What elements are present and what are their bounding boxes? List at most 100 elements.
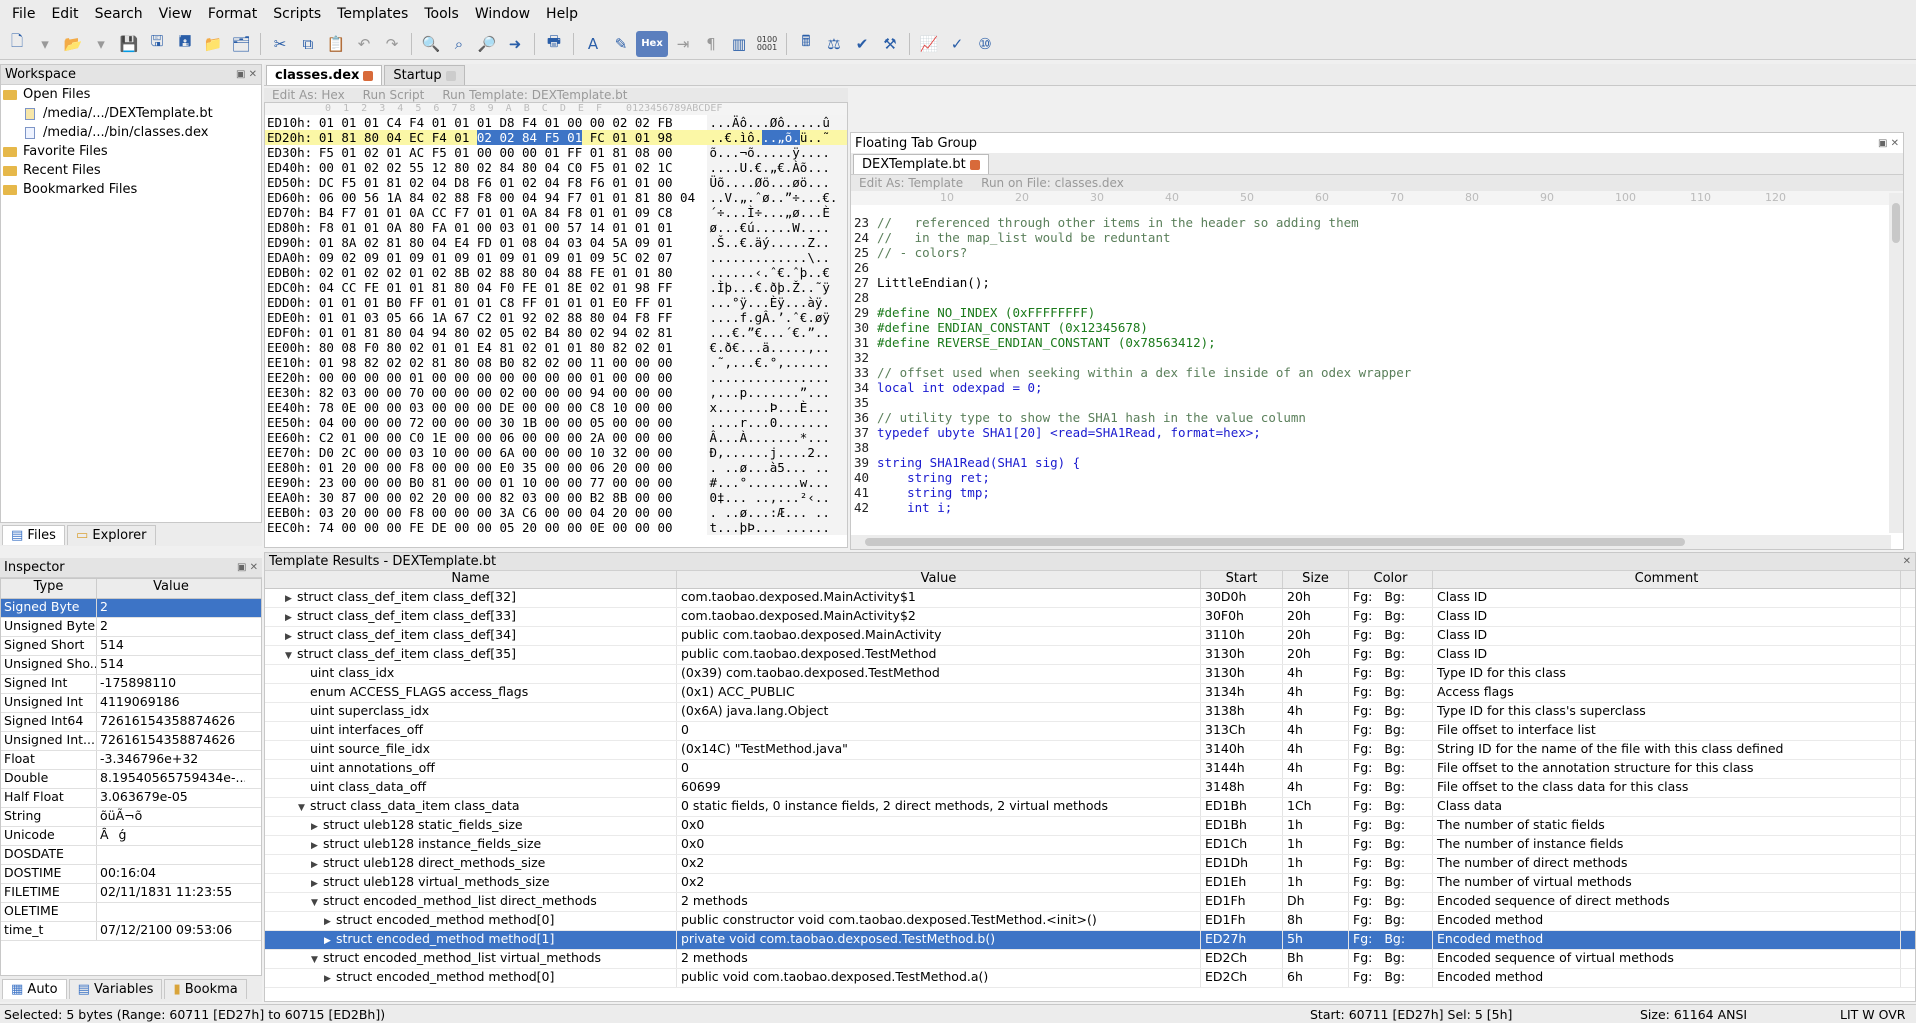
open-file-icon[interactable]: 📂 — [60, 31, 86, 57]
favorite-files-node[interactable]: Favorite Files — [1, 142, 261, 161]
find-replace-icon[interactable]: ⌕ — [446, 31, 472, 57]
expand-icon[interactable]: ▶ — [324, 917, 336, 927]
inspector-row[interactable]: Half Float 3.063679e-05 — [1, 789, 261, 808]
edit-as-dropdown[interactable]: Edit As: Hex — [272, 88, 345, 102]
hex-mode-button[interactable]: Hex — [636, 31, 668, 57]
results-row[interactable]: ▼ struct encoded_method_list direct_metho… — [265, 893, 1915, 912]
hex-bytes[interactable]: 01 01 01 C4 F4 01 01 01 D8 F4 01 00 00 0… — [317, 115, 708, 130]
font-icon[interactable]: A — [580, 31, 606, 57]
hex-bytes[interactable]: 04 CC FE 01 01 81 80 04 F0 FE 01 8E 02 0… — [317, 280, 708, 295]
expand-icon[interactable]: ▶ — [311, 841, 323, 851]
bookmarked-files-node[interactable]: Bookmarked Files — [1, 180, 261, 199]
expand-icon[interactable]: ▶ — [311, 879, 323, 889]
tab-startup[interactable]: Startup — [384, 65, 464, 85]
value-column-header[interactable]: Value — [97, 579, 245, 598]
hex-bytes[interactable]: 00 01 02 02 55 12 80 02 84 80 04 C0 F5 0… — [317, 160, 708, 175]
code-editor[interactable]: 23 // referenced through other items in t… — [851, 215, 1891, 515]
pilcrow-icon[interactable]: ¶ — [698, 31, 724, 57]
hex-ascii[interactable]: t...þÞ... ...... — [707, 520, 847, 535]
hex-ascii[interactable]: Ð,......j....2.. — [707, 445, 847, 460]
goto-icon[interactable]: ➜ — [502, 31, 528, 57]
hex-bytes[interactable]: B4 F7 01 01 0A CC F7 01 01 0A 84 F8 01 0… — [317, 205, 708, 220]
hex-ascii[interactable]: ´÷...Ì÷...„ø...È — [707, 205, 847, 220]
hex-ascii[interactable]: x.......Þ...È... — [707, 400, 847, 415]
menu-tools[interactable]: Tools — [416, 2, 467, 26]
expand-icon[interactable]: ▶ — [311, 860, 323, 870]
hex-ascii[interactable]: ...°ÿ...Èÿ...àÿ. — [707, 295, 847, 310]
inspector-row[interactable]: Unsigned Byte 2 — [1, 618, 261, 637]
tab-bookmarks[interactable]: ▮ Bookma — [164, 979, 246, 999]
panel-controls-icon[interactable]: ▣ ✕ — [236, 69, 257, 80]
find-in-files-icon[interactable]: 🔎 — [474, 31, 500, 57]
panel-controls-icon[interactable]: ▣ ✕ — [237, 562, 258, 573]
menu-file[interactable]: File — [4, 2, 43, 26]
hex-ascii[interactable]: ø...€ú.....W.... — [707, 220, 847, 235]
results-row[interactable]: ▶ struct encoded_method method[0] public v… — [265, 969, 1915, 988]
results-row[interactable]: ▶ struct class_def_item class_def[33] com.… — [265, 608, 1915, 627]
results-row[interactable]: ▶ struct encoded_method method[1] private … — [265, 931, 1915, 950]
results-row[interactable]: ▶ struct uleb128 direct_methods_size 0x2 ED… — [265, 855, 1915, 874]
calculator-icon[interactable]: 🖩 — [793, 31, 819, 57]
tools-icon[interactable]: ⚒ — [877, 31, 903, 57]
hex-bytes[interactable]: 01 98 82 02 02 81 80 08 B0 82 02 00 11 0… — [317, 355, 708, 370]
hex-bytes[interactable]: 00 00 00 00 01 00 00 00 00 00 00 00 01 0… — [317, 370, 708, 385]
checksum-icon[interactable]: ✔ — [849, 31, 875, 57]
results-row[interactable]: uint interfaces_off 0 313Ch 4h Fg: Bg: File of… — [265, 722, 1915, 741]
size-column-header[interactable]: Size — [1283, 571, 1349, 588]
edit-as-template-dropdown[interactable]: Edit As: Template — [859, 176, 963, 190]
binary-icon[interactable]: 0100 0001 — [754, 31, 780, 57]
type-column-header[interactable]: Type — [1, 579, 97, 598]
find-icon[interactable]: 🔍 — [418, 31, 444, 57]
undo-icon[interactable]: ↶ — [351, 31, 377, 57]
results-row[interactable]: ▼ struct encoded_method_list virtual_meth… — [265, 950, 1915, 969]
inspector-row[interactable]: time_t 07/12/2100 09:53:06 — [1, 922, 261, 941]
collapse-icon[interactable]: ▼ — [311, 955, 323, 965]
hex-ascii[interactable]: ...Äô...Øô.....û — [707, 115, 847, 130]
hex-bytes[interactable]: F5 01 02 01 AC F5 01 00 00 00 01 FF 01 8… — [317, 145, 708, 160]
cut-icon[interactable]: ✂ — [267, 31, 293, 57]
hex-bytes[interactable]: 80 08 F0 80 02 01 01 E4 81 02 01 01 80 8… — [317, 340, 708, 355]
start-column-header[interactable]: Start — [1201, 571, 1283, 588]
hex-bytes[interactable]: 78 0E 00 00 03 00 00 00 DE 00 00 00 C8 1… — [317, 400, 708, 415]
hex-bytes[interactable]: 01 81 80 04 EC F4 01 02 02 84 F5 01 FC 0… — [317, 130, 708, 145]
close-icon[interactable] — [446, 71, 456, 81]
hex-bytes[interactable]: 01 20 00 00 F8 00 00 00 E0 35 00 00 06 2… — [317, 460, 708, 475]
hex-bytes[interactable]: 82 03 00 00 70 00 00 00 02 00 00 00 94 0… — [317, 385, 708, 400]
workspace-file-1[interactable]: /media/.../DEXTemplate.bt — [1, 104, 261, 123]
hex-ascii[interactable]: ....r...0....... — [707, 415, 847, 430]
hex-ascii[interactable]: .Š..€.äý.....Z.. — [707, 235, 847, 250]
scrollbar-thumb[interactable] — [865, 538, 1685, 546]
menu-window[interactable]: Window — [467, 2, 538, 26]
hex-bytes[interactable]: 01 01 03 05 66 1A 67 C2 01 92 02 88 80 0… — [317, 310, 708, 325]
hex-ascii[interactable]: õ...¬õ.....ÿ.... — [707, 145, 847, 160]
hex-bytes[interactable]: 74 00 00 00 FE DE 00 00 05 20 00 00 0E 0… — [317, 520, 708, 535]
expand-icon[interactable]: ▶ — [324, 936, 336, 946]
hex-ascii[interactable]: .˜‚...€.°‚...... — [707, 355, 847, 370]
hex-bytes[interactable]: 01 01 81 80 04 94 80 02 05 02 B4 80 02 9… — [317, 325, 708, 340]
inspector-row[interactable]: DOSTIME 00:16:04 — [1, 865, 261, 884]
columns-icon[interactable]: ▥ — [726, 31, 752, 57]
recent-files-node[interactable]: Recent Files — [1, 161, 261, 180]
hex-ascii[interactable]: Â...À.......*... — [707, 430, 847, 445]
hex-ascii[interactable]: ....U.€.„€.Àõ... — [707, 160, 847, 175]
hex-ascii[interactable]: ‚...p.......”... — [707, 385, 847, 400]
close-icon[interactable] — [970, 160, 980, 170]
menu-search[interactable]: Search — [87, 2, 151, 26]
print-icon[interactable]: 🖶 — [541, 31, 567, 57]
tab-files[interactable]: ▤ Files — [2, 525, 65, 545]
results-row[interactable]: uint annotations_off 0 3144h 4h Fg: Bg: File o… — [265, 760, 1915, 779]
hex-ascii[interactable]: 0‡... ..‚...²‹.. — [707, 490, 847, 505]
results-row[interactable]: ▼ struct class_def_item class_def[35] publ… — [265, 646, 1915, 665]
hex-bytes[interactable]: 23 00 00 00 B0 81 00 00 01 10 00 00 77 0… — [317, 475, 708, 490]
hex-ascii[interactable]: ..V.„.ˆø..”÷...€. — [707, 190, 847, 205]
hex-ascii[interactable]: ..€.ìô...„õ.ü..˜ — [707, 130, 847, 145]
menu-help[interactable]: Help — [538, 2, 586, 26]
hex-ascii[interactable]: . ..ø...à5... .. — [707, 460, 847, 475]
comment-column-header[interactable]: Comment — [1433, 571, 1901, 588]
tab-variables[interactable]: ▤ Variables — [69, 979, 163, 999]
results-row[interactable]: ▶ struct class_def_item class_def[32] com.… — [265, 589, 1915, 608]
template-icon[interactable]: ✓ — [944, 31, 970, 57]
inspector-row[interactable]: Unsigned Sho... 514 — [1, 656, 261, 675]
collapse-icon[interactable]: ▼ — [285, 651, 297, 661]
hex-ascii[interactable]: ...€.”€...´€.”.. — [707, 325, 847, 340]
